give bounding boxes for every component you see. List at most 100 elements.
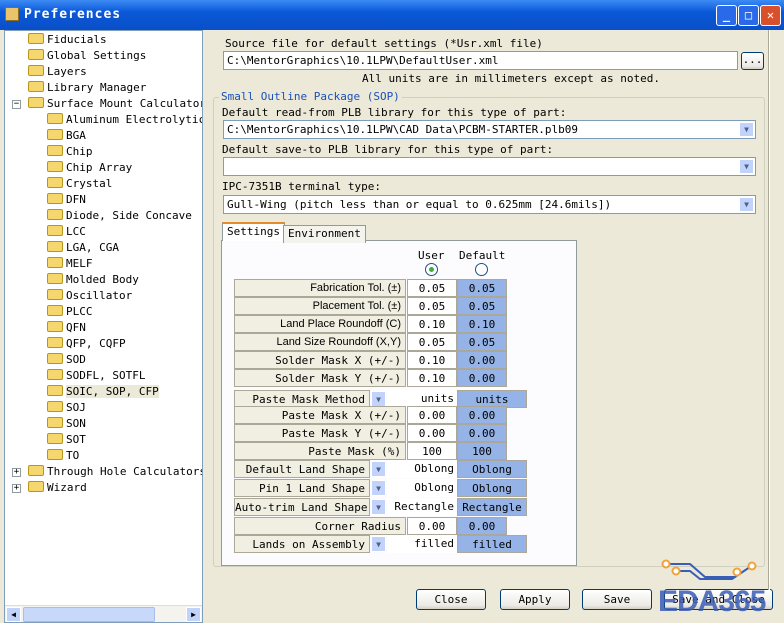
tree-item[interactable]: Diode, Side Concave	[47, 208, 192, 224]
chevron-down-icon[interactable]: ▼	[371, 499, 386, 515]
tree-item[interactable]: Chip Array	[47, 160, 132, 176]
setting-label: Paste Mask Y (+/-)	[234, 424, 406, 442]
close-button[interactable]: Close	[416, 589, 486, 610]
default-value: 0.00	[457, 369, 507, 387]
tree-item[interactable]: Chip	[47, 144, 93, 160]
setting-label: Lands on Assembly	[234, 535, 370, 553]
user-value-select[interactable]: Oblong	[387, 460, 457, 478]
user-value-input[interactable]: 0.00	[407, 517, 457, 535]
tree-item[interactable]: Oscillator	[47, 288, 132, 304]
folder-icon	[47, 321, 63, 332]
apply-button[interactable]: Apply	[500, 589, 570, 610]
chevron-down-icon[interactable]: ▼	[739, 122, 754, 137]
tree-item[interactable]: Molded Body	[47, 272, 139, 288]
folder-icon	[28, 65, 44, 76]
default-radio[interactable]	[475, 263, 488, 276]
window-title: Preferences	[24, 7, 122, 22]
user-value-input[interactable]: 100	[407, 442, 457, 460]
tree-item[interactable]: Fiducials	[28, 32, 107, 48]
tree-item[interactable]: Crystal	[47, 176, 112, 192]
tree-item[interactable]: QFN	[47, 320, 86, 336]
tree-item[interactable]: SOIC, SOP, CFP	[47, 384, 159, 400]
tree-item-label: Library Manager	[47, 81, 147, 94]
tree-item[interactable]: LGA, CGA	[47, 240, 119, 256]
close-window-button[interactable]: ✕	[760, 5, 781, 26]
tree-item[interactable]: SOD	[47, 352, 86, 368]
setting-label: Auto-trim Land Shape	[234, 498, 370, 516]
expand-icon[interactable]: +	[12, 484, 21, 493]
tree-item[interactable]: Library Manager	[28, 80, 146, 96]
minimize-button[interactable]: _	[716, 5, 737, 26]
tree-item[interactable]: SON	[47, 416, 86, 432]
save-library-select[interactable]: ▼	[223, 157, 756, 176]
panel-divider	[768, 30, 770, 590]
user-value-select[interactable]: filled	[387, 535, 457, 553]
tab-settings[interactable]: Settings	[222, 222, 285, 241]
user-radio[interactable]	[425, 263, 438, 276]
user-value-input[interactable]: 0.10	[407, 369, 457, 387]
expand-icon[interactable]: +	[12, 468, 21, 477]
folder-icon	[47, 337, 63, 348]
tree-item[interactable]: SODFL, SOTFL	[47, 368, 145, 384]
tree-item[interactable]: MELF	[47, 256, 93, 272]
folder-icon	[47, 209, 63, 220]
chevron-down-icon[interactable]: ▼	[371, 480, 386, 496]
folder-icon	[47, 385, 63, 396]
tab-environment[interactable]: Environment	[283, 225, 366, 243]
folder-icon	[47, 177, 63, 188]
folder-icon	[28, 49, 44, 60]
tree-item[interactable]: Through Hole Calculators	[28, 464, 203, 480]
preferences-app-icon	[5, 7, 19, 21]
tree-item[interactable]: DFN	[47, 192, 86, 208]
tree-item[interactable]: Layers	[28, 64, 87, 80]
chevron-down-icon[interactable]: ▼	[371, 536, 386, 552]
chevron-down-icon[interactable]: ▼	[739, 197, 754, 212]
scroll-right-arrow-icon[interactable]: ▶	[186, 607, 201, 622]
tree-item-label: Through Hole Calculators	[47, 465, 203, 478]
tree-item[interactable]: SOJ	[47, 400, 86, 416]
tree-item[interactable]: LCC	[47, 224, 86, 240]
user-value-input[interactable]: 0.05	[407, 333, 457, 351]
user-value-select[interactable]: Rectangle	[387, 498, 457, 516]
tree-item[interactable]: TO	[47, 448, 79, 464]
folder-icon	[28, 465, 44, 476]
eda365-watermark: EDA365	[658, 585, 766, 618]
tree-item[interactable]: BGA	[47, 128, 86, 144]
user-value-input[interactable]: 0.05	[407, 279, 457, 297]
default-value: 0.00	[457, 406, 507, 424]
tree-item[interactable]: Surface Mount Calculators	[28, 96, 202, 112]
chevron-down-icon[interactable]: ▼	[739, 159, 754, 174]
user-value-input[interactable]: 0.05	[407, 297, 457, 315]
folder-icon	[47, 305, 63, 316]
collapse-icon[interactable]: −	[12, 100, 21, 109]
scroll-thumb[interactable]	[23, 607, 155, 622]
maximize-button[interactable]: □	[738, 5, 759, 26]
tree-horizontal-scrollbar[interactable]: ◀ ▶	[5, 605, 202, 622]
read-library-select[interactable]: C:\MentorGraphics\10.1LPW\CAD Data\PCBM-…	[223, 120, 756, 139]
tree-item[interactable]: Aluminum Electrolytic Capacitor	[47, 112, 202, 128]
user-value-input[interactable]: 0.10	[407, 315, 457, 333]
folder-icon	[47, 433, 63, 444]
user-value-select[interactable]: Oblong	[387, 479, 457, 497]
user-value-input[interactable]: 0.10	[407, 351, 457, 369]
browse-button[interactable]: ...	[741, 52, 764, 70]
scroll-left-arrow-icon[interactable]: ◀	[6, 607, 21, 622]
chevron-down-icon[interactable]: ▼	[371, 391, 386, 407]
tree-item[interactable]: SOT	[47, 432, 86, 448]
tree-item[interactable]: PLCC	[47, 304, 93, 320]
category-tree[interactable]: ◀ ▶ Fiducials Global Settings Layers Librar…	[4, 30, 203, 623]
user-value-input[interactable]: 0.00	[407, 406, 457, 424]
setting-label: Corner Radius	[234, 517, 406, 535]
units-note: All units are in millimeters except as n…	[362, 72, 661, 85]
user-value-input[interactable]: 0.00	[407, 424, 457, 442]
save-button[interactable]: Save	[582, 589, 652, 610]
tree-item-label: SOJ	[66, 401, 86, 414]
terminal-type-select[interactable]: Gull-Wing (pitch less than or equal to 0…	[223, 195, 756, 214]
tree-item-label: DFN	[66, 193, 86, 206]
source-file-input[interactable]: C:\MentorGraphics\10.1LPW\DefaultUser.xm…	[223, 51, 738, 70]
group-title: Small Outline Package (SOP)	[219, 90, 402, 103]
tree-item[interactable]: Wizard	[28, 480, 87, 496]
tree-item[interactable]: QFP, CQFP	[47, 336, 126, 352]
tree-item[interactable]: Global Settings	[28, 48, 146, 64]
chevron-down-icon[interactable]: ▼	[371, 461, 386, 477]
